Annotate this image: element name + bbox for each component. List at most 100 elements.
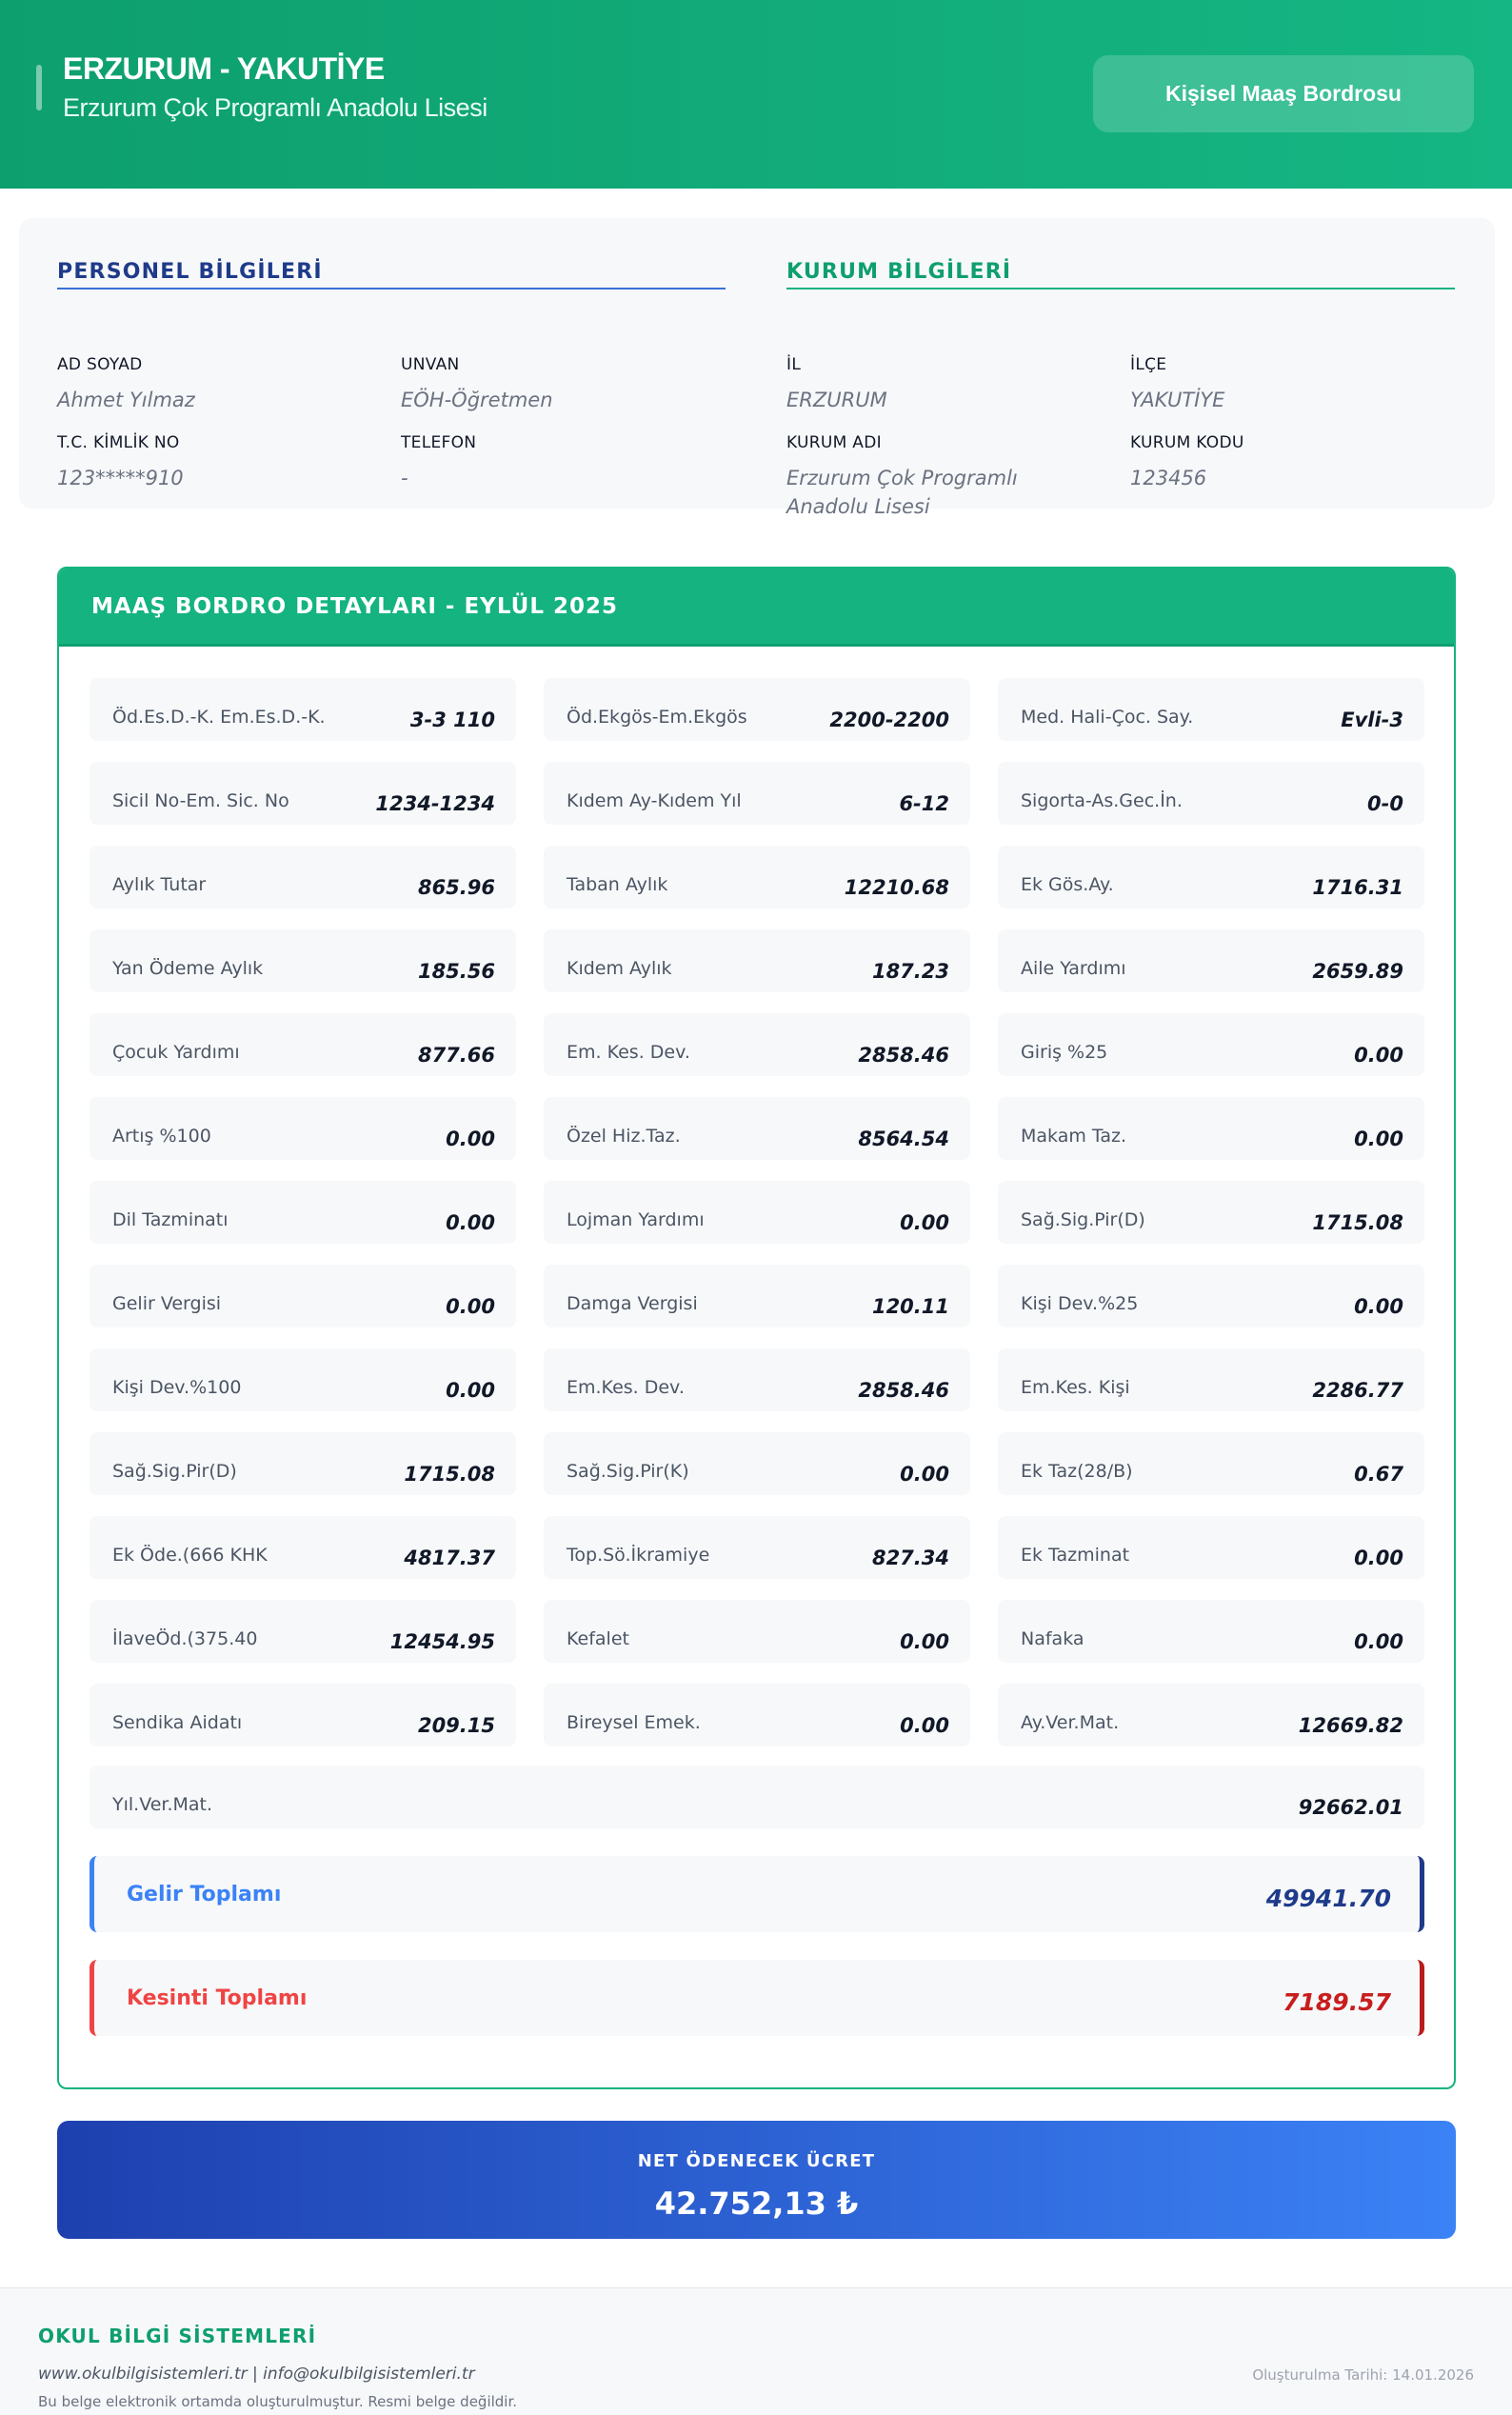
detail-label: Damga Vergisi bbox=[567, 1293, 698, 1314]
detail-label: Sağ.Sig.Pir(D) bbox=[1021, 1209, 1145, 1230]
field-label: İL bbox=[786, 355, 802, 374]
detail-cell: Sicil No-Em. Sic. No 1234-1234 bbox=[90, 762, 516, 825]
field-telefon: TELEFON - bbox=[401, 433, 725, 492]
field-value: Erzurum Çok Programlı Anadolu Lisesi bbox=[786, 467, 1018, 518]
field-ilce: İLÇE YAKUTİYE bbox=[1130, 355, 1454, 414]
detail-label: İlaveÖd.(375.40 bbox=[112, 1628, 258, 1649]
detail-cell: Bireysel Emek. 0.00 bbox=[544, 1684, 970, 1746]
detail-label: Özel Hiz.Taz. bbox=[567, 1126, 681, 1147]
detail-value: 0.00 bbox=[446, 1379, 495, 1402]
detail-cell: Öd.Es.D.-K. Em.Es.D.-K. 3-3 110 bbox=[90, 678, 516, 741]
footer-contact-links[interactable]: www.okulbilgisistemleri.tr | info@okulbi… bbox=[38, 2365, 475, 2384]
detail-value: 185.56 bbox=[417, 960, 495, 983]
detail-cell: Ay.Ver.Mat. 12669.82 bbox=[998, 1684, 1424, 1746]
detail-label: Öd.Ekgös-Em.Ekgös bbox=[567, 707, 747, 728]
header-subtitle: Erzurum Çok Programlı Anadolu Lisesi bbox=[63, 93, 487, 122]
detail-cell: Dil Tazminatı 0.00 bbox=[90, 1181, 516, 1244]
detail-label: Giriş %25 bbox=[1021, 1042, 1108, 1063]
detail-cell: Em. Kes. Dev. 2858.46 bbox=[544, 1013, 970, 1076]
field-label: TELEFON bbox=[401, 433, 477, 452]
detail-value: 0.00 bbox=[1354, 1547, 1403, 1569]
detail-cell: Gelir Vergisi 0.00 bbox=[90, 1265, 516, 1327]
payslip-button[interactable]: Kişisel Maaş Bordrosu bbox=[1093, 55, 1474, 132]
net-pay-label: NET ÖDENECEK ÜCRET bbox=[637, 2151, 876, 2171]
detail-cell: Özel Hiz.Taz. 8564.54 bbox=[544, 1097, 970, 1160]
header-accent-bar bbox=[36, 65, 42, 110]
detail-cell: Nafaka 0.00 bbox=[998, 1600, 1424, 1663]
kesinti-toplami-label: Kesinti Toplamı bbox=[127, 1986, 308, 2010]
detail-label: Ek Taz(28/B) bbox=[1021, 1461, 1133, 1482]
detail-label: Makam Taz. bbox=[1021, 1126, 1127, 1147]
detail-label: Nafaka bbox=[1021, 1628, 1084, 1649]
detail-value: 0.00 bbox=[446, 1295, 495, 1318]
detail-value: 12669.82 bbox=[1298, 1714, 1403, 1737]
field-value: ERZURUM bbox=[786, 389, 887, 411]
detail-value: 1715.08 bbox=[1312, 1211, 1403, 1234]
detail-cell: Sağ.Sig.Pir(D) 1715.08 bbox=[998, 1181, 1424, 1244]
detail-cell: Sendika Aidatı 209.15 bbox=[90, 1684, 516, 1746]
detail-value: 0.67 bbox=[1354, 1463, 1403, 1486]
detail-label: Ek Tazminat bbox=[1021, 1545, 1130, 1566]
kurum-section: KURUM BİLGİLERİ İL ERZURUM İLÇE YAKUTİYE… bbox=[786, 260, 1455, 518]
net-pay-value: 42.752,13 ₺ bbox=[654, 2185, 859, 2222]
detail-value: 8564.54 bbox=[858, 1128, 949, 1150]
detail-value: 2200-2200 bbox=[829, 709, 949, 731]
detail-label: Öd.Es.D.-K. Em.Es.D.-K. bbox=[112, 707, 326, 728]
detail-cell: Top.Sö.İkramiye 827.34 bbox=[544, 1516, 970, 1579]
detail-value: 2659.89 bbox=[1312, 960, 1403, 983]
field-label: T.C. KİMLİK NO bbox=[57, 433, 180, 452]
detail-cell: Taban Aylık 12210.68 bbox=[544, 846, 970, 908]
detail-value: 0.00 bbox=[1354, 1044, 1403, 1067]
detail-value: 0.00 bbox=[900, 1211, 949, 1234]
payslip-details-card: MAAŞ BORDRO DETAYLARI - EYLÜL 2025 Öd.Es… bbox=[57, 567, 1456, 2089]
gelir-toplami-value: 49941.70 bbox=[1265, 1885, 1391, 1912]
detail-cell: Med. Hali-Çoc. Say. Evli-3 bbox=[998, 678, 1424, 741]
detail-cell: Ek Öde.(666 KHK 4817.37 bbox=[90, 1516, 516, 1579]
detail-cell: Em.Kes. Kişi 2286.77 bbox=[998, 1348, 1424, 1411]
detail-value: Evli-3 bbox=[1341, 709, 1403, 731]
detail-label: Kişi Dev.%25 bbox=[1021, 1293, 1139, 1314]
field-value: 123456 bbox=[1130, 467, 1207, 489]
detail-label: Sicil No-Em. Sic. No bbox=[112, 790, 289, 811]
detail-label: Aile Yardımı bbox=[1021, 958, 1126, 979]
detail-cell: Kişi Dev.%25 0.00 bbox=[998, 1265, 1424, 1327]
footer-created-date: Oluşturulma Tarihi: 14.01.2026 bbox=[1252, 2366, 1474, 2384]
kesinti-toplami-row: Kesinti Toplamı 7189.57 bbox=[90, 1960, 1424, 2036]
field-value: Ahmet Yılmaz bbox=[57, 389, 195, 411]
detail-label: Dil Tazminatı bbox=[112, 1209, 229, 1230]
field-label: KURUM ADI bbox=[786, 433, 882, 452]
detail-cell: Kişi Dev.%100 0.00 bbox=[90, 1348, 516, 1411]
field-label: UNVAN bbox=[401, 355, 460, 374]
detail-cell: Damga Vergisi 120.11 bbox=[544, 1265, 970, 1327]
header-title: ERZURUM - YAKUTİYE bbox=[63, 51, 385, 86]
detail-value: 2858.46 bbox=[858, 1379, 949, 1402]
detail-label: Em.Kes. Dev. bbox=[567, 1377, 685, 1398]
detail-label: Lojman Yardımı bbox=[567, 1209, 705, 1230]
footer-brand: OKUL BİLGİ SİSTEMLERİ bbox=[38, 2325, 317, 2347]
detail-value: 1715.08 bbox=[404, 1463, 495, 1486]
detail-label: Kefalet bbox=[567, 1628, 629, 1649]
detail-cell: Sigorta-As.Gec.İn. 0-0 bbox=[998, 762, 1424, 825]
detail-label: Artış %100 bbox=[112, 1126, 211, 1147]
detail-label: Bireysel Emek. bbox=[567, 1712, 701, 1733]
field-kurum-kodu: KURUM KODU 123456 bbox=[1130, 433, 1454, 492]
detail-value: 1234-1234 bbox=[375, 792, 495, 815]
detail-value: 6-12 bbox=[899, 792, 949, 815]
detail-label: Yıl.Ver.Mat. bbox=[112, 1794, 213, 1815]
detail-value: 4817.37 bbox=[404, 1547, 495, 1569]
detail-cell: Ek Tazminat 0.00 bbox=[998, 1516, 1424, 1579]
page-footer: OKUL BİLGİ SİSTEMLERİ www.okulbilgisiste… bbox=[0, 2287, 1512, 2415]
detail-cell: Makam Taz. 0.00 bbox=[998, 1097, 1424, 1160]
detail-value: 0.00 bbox=[446, 1128, 495, 1150]
field-ad-soyad: AD SOYAD Ahmet Yılmaz bbox=[57, 355, 381, 414]
detail-value: 0.00 bbox=[1354, 1128, 1403, 1150]
detail-value: 2858.46 bbox=[858, 1044, 949, 1067]
detail-cell: Kefalet 0.00 bbox=[544, 1600, 970, 1663]
detail-value: 120.11 bbox=[871, 1295, 949, 1318]
detail-value: 0.00 bbox=[900, 1630, 949, 1653]
detail-cell: Em.Kes. Dev. 2858.46 bbox=[544, 1348, 970, 1411]
detail-label: Ek Öde.(666 KHK bbox=[112, 1545, 268, 1566]
detail-cell-yil-ver-mat: Yıl.Ver.Mat. 92662.01 bbox=[90, 1766, 1424, 1828]
field-unvan: UNVAN EÖH-Öğretmen bbox=[401, 355, 725, 414]
detail-cell: Kıdem Ay-Kıdem Yıl 6-12 bbox=[544, 762, 970, 825]
